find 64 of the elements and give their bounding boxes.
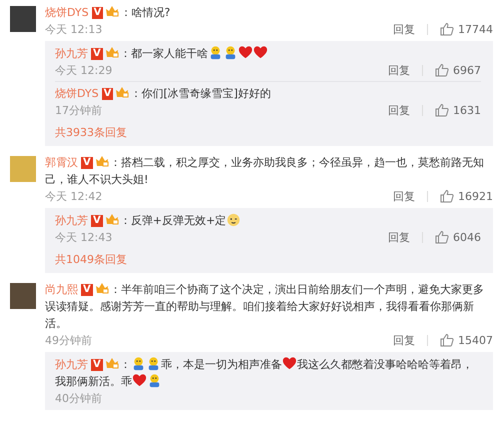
like-count: 16921 — [458, 190, 493, 202]
verified-badge: V — [81, 157, 93, 169]
like-count: 6046 — [453, 230, 481, 244]
crown-badge-icon — [104, 213, 119, 225]
timestamp: 今天 12:43 — [55, 230, 114, 244]
timestamp: 49分钟前 — [45, 332, 93, 348]
username-link[interactable]: 孙九芳 — [55, 47, 88, 60]
avatar-placeholder — [10, 283, 36, 309]
like-count: 6967 — [453, 64, 481, 76]
username-link[interactable]: 烧饼DYS — [55, 87, 99, 100]
timestamp: 40分钟前 — [55, 390, 103, 406]
reply-button[interactable]: 回复 — [393, 22, 415, 36]
thumbs-up-icon[interactable] — [435, 230, 449, 244]
thumbs-up-icon[interactable] — [440, 189, 454, 203]
timestamp: 17分钟前 — [55, 102, 103, 118]
doll-emoji-icon — [147, 373, 162, 388]
reply-button[interactable]: 回复 — [393, 188, 415, 204]
comment-text: 孙九芳 V ：反弹+反弹无效+定 — [55, 212, 481, 229]
comment-text: 尚九熙 V ：半年前咱三个协商了这个决定，演出日前给朋友们一个声明，避免大家更多误读猜疑。感谢芳芳一直的帮助与理解。咱们接着给大家好好说相声，我得看看你那俩新活。 — [45, 281, 485, 332]
crown-badge-icon — [105, 5, 120, 17]
reply-button[interactable]: 回复 — [388, 102, 410, 118]
username-link[interactable]: 孙九芳 — [55, 214, 88, 227]
heart-emoji-icon — [282, 356, 297, 371]
reply-button[interactable]: 回复 — [388, 62, 410, 78]
comment-text: 烧饼DYS V ：啥情况? — [45, 4, 172, 21]
timestamp: 今天 12:42 — [45, 188, 104, 204]
avatar-placeholder — [10, 6, 36, 32]
reply-button[interactable]: 回复 — [393, 332, 415, 348]
verified-badge: V — [91, 359, 103, 371]
crown-badge-icon — [94, 155, 109, 167]
comment-text: 烧饼DYS V ：你们[冰雪奇缘雪宝]好好的 — [55, 85, 272, 102]
timestamp: 今天 12:29 — [55, 62, 114, 78]
like-count: 17744 — [458, 22, 493, 36]
verified-badge: V — [91, 48, 103, 60]
thumbs-up-icon[interactable] — [440, 22, 454, 36]
heart-emoji-icon — [238, 45, 253, 60]
like-count: 1631 — [453, 104, 481, 116]
username-link[interactable]: 孙九芳 — [55, 358, 88, 371]
more-replies-link[interactable]: 共3933条回复 — [55, 121, 127, 145]
username-link[interactable]: 烧饼DYS — [45, 6, 89, 19]
timestamp: 今天 12:13 — [45, 22, 104, 36]
verified-badge: V — [102, 88, 114, 100]
more-replies-link[interactable]: 共1049条回复 — [55, 248, 127, 272]
comment-text: 孙九芳 V ：都一家人能干啥 — [55, 45, 481, 62]
crown-badge-icon — [104, 357, 119, 369]
reply-button[interactable]: 回复 — [388, 230, 410, 244]
verified-badge: V — [91, 215, 103, 227]
like-count: 15407 — [458, 334, 493, 346]
heart-emoji-icon — [252, 45, 268, 60]
crown-badge-icon — [104, 46, 119, 58]
thumbs-up-icon[interactable] — [435, 103, 449, 117]
comment-text: 郭霄汉 V ：搭档二载，积之厚交，业务亦助我良多；今径虽异，趋一也，莫愁前路无知己，谁人不识大头姐! — [45, 154, 485, 188]
crown-badge-icon — [115, 86, 130, 98]
verified-badge: V — [81, 284, 93, 296]
verified-badge: V — [92, 7, 104, 19]
username-link[interactable]: 郭霄汉 — [45, 156, 78, 169]
username-link[interactable]: 尚九熙 — [45, 283, 78, 296]
avatar-placeholder — [10, 156, 36, 182]
heart-emoji-icon — [132, 373, 147, 388]
crown-badge-icon — [94, 282, 109, 294]
thumbs-up-icon[interactable] — [440, 333, 454, 347]
thumbs-up-icon[interactable] — [435, 63, 449, 77]
comment-text: 孙九芳 V ： 乖，本是一切为相声准备 我这么久都憋着没事哈哈哈等着昂，我那俩新活。乖 — [55, 356, 474, 390]
face-emoji-icon — [226, 212, 242, 227]
